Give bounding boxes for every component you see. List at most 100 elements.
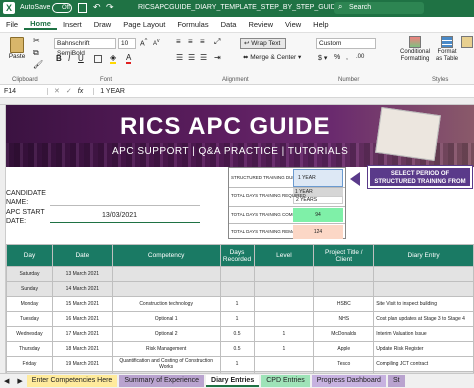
cell-styles-button[interactable] bbox=[461, 36, 474, 48]
cell-level[interactable] bbox=[253, 311, 315, 327]
cell-entry[interactable] bbox=[373, 266, 474, 282]
decimal-icon[interactable]: .00 bbox=[356, 54, 364, 60]
cell-day[interactable]: Wednesday bbox=[6, 326, 53, 342]
training-duration-select[interactable]: 1 YEAR bbox=[293, 169, 343, 187]
cell-level[interactable] bbox=[253, 281, 315, 297]
comma-icon[interactable]: , bbox=[346, 54, 348, 61]
cell-day[interactable]: Sunday bbox=[6, 281, 53, 297]
cancel-icon[interactable]: ✕ bbox=[54, 87, 60, 95]
paste-button[interactable]: Paste bbox=[6, 37, 28, 67]
worksheet[interactable]: RICS APC GUIDE APC SUPPORT | Q&A PRACTIC… bbox=[0, 98, 474, 373]
cell-competency[interactable]: Optional 2 bbox=[111, 326, 221, 342]
start-date-value[interactable]: 13/03/2021 bbox=[102, 212, 137, 219]
currency-icon[interactable]: $ ▾ bbox=[318, 54, 327, 62]
cell-competency[interactable]: Risk Management bbox=[111, 341, 221, 357]
menu-home[interactable]: Home bbox=[24, 19, 57, 30]
align-bottom-icon[interactable]: ≡ bbox=[200, 37, 205, 46]
cell-level[interactable] bbox=[253, 266, 315, 282]
align-left-icon[interactable]: ☰ bbox=[176, 53, 183, 62]
cell-level[interactable]: 1 bbox=[253, 341, 315, 357]
percent-icon[interactable]: % bbox=[334, 54, 340, 61]
sheet-tab[interactable]: St bbox=[387, 375, 405, 387]
cell-project[interactable]: HSBC bbox=[313, 296, 375, 312]
underline-icon[interactable]: U bbox=[78, 54, 84, 63]
redo-icon[interactable]: ↷ bbox=[106, 2, 114, 13]
cell-days[interactable]: 0.5 bbox=[219, 341, 255, 357]
format-painter-icon[interactable]: 🖌 bbox=[33, 60, 43, 69]
formula-input[interactable]: 1 YEAR bbox=[93, 87, 125, 95]
cell-competency[interactable] bbox=[111, 266, 221, 282]
font-color-icon[interactable]: A bbox=[126, 53, 132, 64]
cell-entry[interactable]: Site Visit to inspect building bbox=[373, 296, 474, 312]
borders-icon[interactable] bbox=[94, 55, 102, 63]
font-name-select[interactable]: Bahnschrift SemiBold bbox=[54, 38, 116, 57]
menu-help[interactable]: Help bbox=[307, 20, 334, 29]
align-middle-icon[interactable]: ≡ bbox=[188, 37, 193, 46]
cell-entry[interactable]: Interim Valuation Issue bbox=[373, 326, 474, 342]
cell-date[interactable]: 16 March 2021 bbox=[51, 311, 113, 327]
menu-review[interactable]: Review bbox=[242, 20, 279, 29]
cell-project[interactable]: NHS bbox=[313, 311, 375, 327]
number-format-select[interactable]: Custom bbox=[316, 38, 376, 49]
tab-scroll-left-icon[interactable]: ◀ bbox=[0, 377, 13, 385]
cell-date[interactable]: 15 March 2021 bbox=[51, 296, 113, 312]
fill-color-icon[interactable]: ◈ bbox=[110, 53, 117, 64]
cell-days[interactable] bbox=[219, 281, 255, 297]
undo-icon[interactable]: ↶ bbox=[93, 2, 101, 13]
cell-date[interactable]: 17 March 2021 bbox=[51, 326, 113, 342]
menu-insert[interactable]: Insert bbox=[57, 20, 88, 29]
function-icon[interactable]: fx bbox=[78, 88, 83, 95]
sheet-tab[interactable]: Enter Competencies Here bbox=[26, 375, 118, 387]
cell-level[interactable]: 1 bbox=[253, 326, 315, 342]
cell-day[interactable]: Thursday bbox=[6, 341, 53, 357]
cell-date[interactable]: 19 March 2021 bbox=[51, 356, 113, 372]
cell-level[interactable] bbox=[253, 356, 315, 372]
merge-center-button[interactable]: ⬌ Merge & Center ▾ bbox=[240, 53, 302, 64]
indent-icon[interactable]: ⇥ bbox=[214, 53, 221, 62]
cell-days[interactable]: 1 bbox=[219, 356, 255, 372]
cut-icon[interactable]: ✂ bbox=[33, 36, 40, 45]
cell-project[interactable]: McDonalds bbox=[313, 326, 375, 342]
font-size-select[interactable]: 10 bbox=[118, 38, 136, 49]
search-box[interactable]: ⌕ Search bbox=[334, 2, 424, 14]
cell-date[interactable]: 13 March 2021 bbox=[51, 266, 113, 282]
menu-page-layout[interactable]: Page Layout bbox=[117, 20, 171, 29]
sheet-tab[interactable]: Progress Dashboard bbox=[311, 375, 386, 387]
menu-formulas[interactable]: Formulas bbox=[171, 20, 214, 29]
align-right-icon[interactable]: ☰ bbox=[200, 53, 207, 62]
copy-icon[interactable]: ⧉ bbox=[33, 48, 39, 58]
cell-days[interactable]: 1 bbox=[219, 296, 255, 312]
cell-day[interactable]: Friday bbox=[6, 356, 53, 372]
save-icon[interactable] bbox=[78, 3, 87, 13]
cell-entry[interactable] bbox=[373, 281, 474, 297]
candidate-name-input[interactable] bbox=[50, 205, 200, 206]
increase-font-icon[interactable]: A^ bbox=[140, 38, 147, 47]
cell-level[interactable] bbox=[253, 296, 315, 312]
align-center-icon[interactable]: ☰ bbox=[188, 53, 195, 62]
format-as-table-button[interactable]: Format as Table bbox=[434, 36, 460, 63]
sheet-tab[interactable]: Diary Entries bbox=[206, 375, 260, 387]
conditional-formatting-button[interactable]: Conditional Formatting bbox=[398, 36, 432, 63]
cell-entry[interactable]: Compiling JCT contract bbox=[373, 356, 474, 372]
cell-date[interactable]: 14 March 2021 bbox=[51, 281, 113, 297]
menu-draw[interactable]: Draw bbox=[88, 20, 118, 29]
cell-days[interactable] bbox=[219, 266, 255, 282]
cell-competency[interactable]: Quantification and Costing of Constructi… bbox=[111, 356, 221, 372]
decrease-font-icon[interactable]: Av bbox=[153, 38, 160, 47]
italic-icon[interactable]: I bbox=[68, 54, 70, 63]
cell-project[interactable]: Tesco bbox=[313, 356, 375, 372]
cell-days[interactable]: 0.5 bbox=[219, 326, 255, 342]
wrap-text-button[interactable]: ↩ Wrap Text bbox=[240, 38, 286, 49]
cell-competency[interactable]: Construction technology bbox=[111, 296, 221, 312]
sheet-tab[interactable]: CPD Entries bbox=[261, 375, 310, 387]
bold-icon[interactable]: B bbox=[56, 54, 62, 63]
cell-day[interactable]: Saturday bbox=[6, 266, 53, 282]
cell-competency[interactable]: Optional 1 bbox=[111, 311, 221, 327]
cell-day[interactable]: Tuesday bbox=[6, 311, 53, 327]
cell-project[interactable]: Apple bbox=[313, 341, 375, 357]
tab-scroll-right-icon[interactable]: ▶ bbox=[13, 377, 26, 385]
cell-entry[interactable]: Update Risk Register bbox=[373, 341, 474, 357]
cell-competency[interactable] bbox=[111, 281, 221, 297]
orientation-icon[interactable]: ⤢ bbox=[214, 37, 220, 47]
autosave-toggle[interactable]: Off bbox=[52, 3, 72, 13]
